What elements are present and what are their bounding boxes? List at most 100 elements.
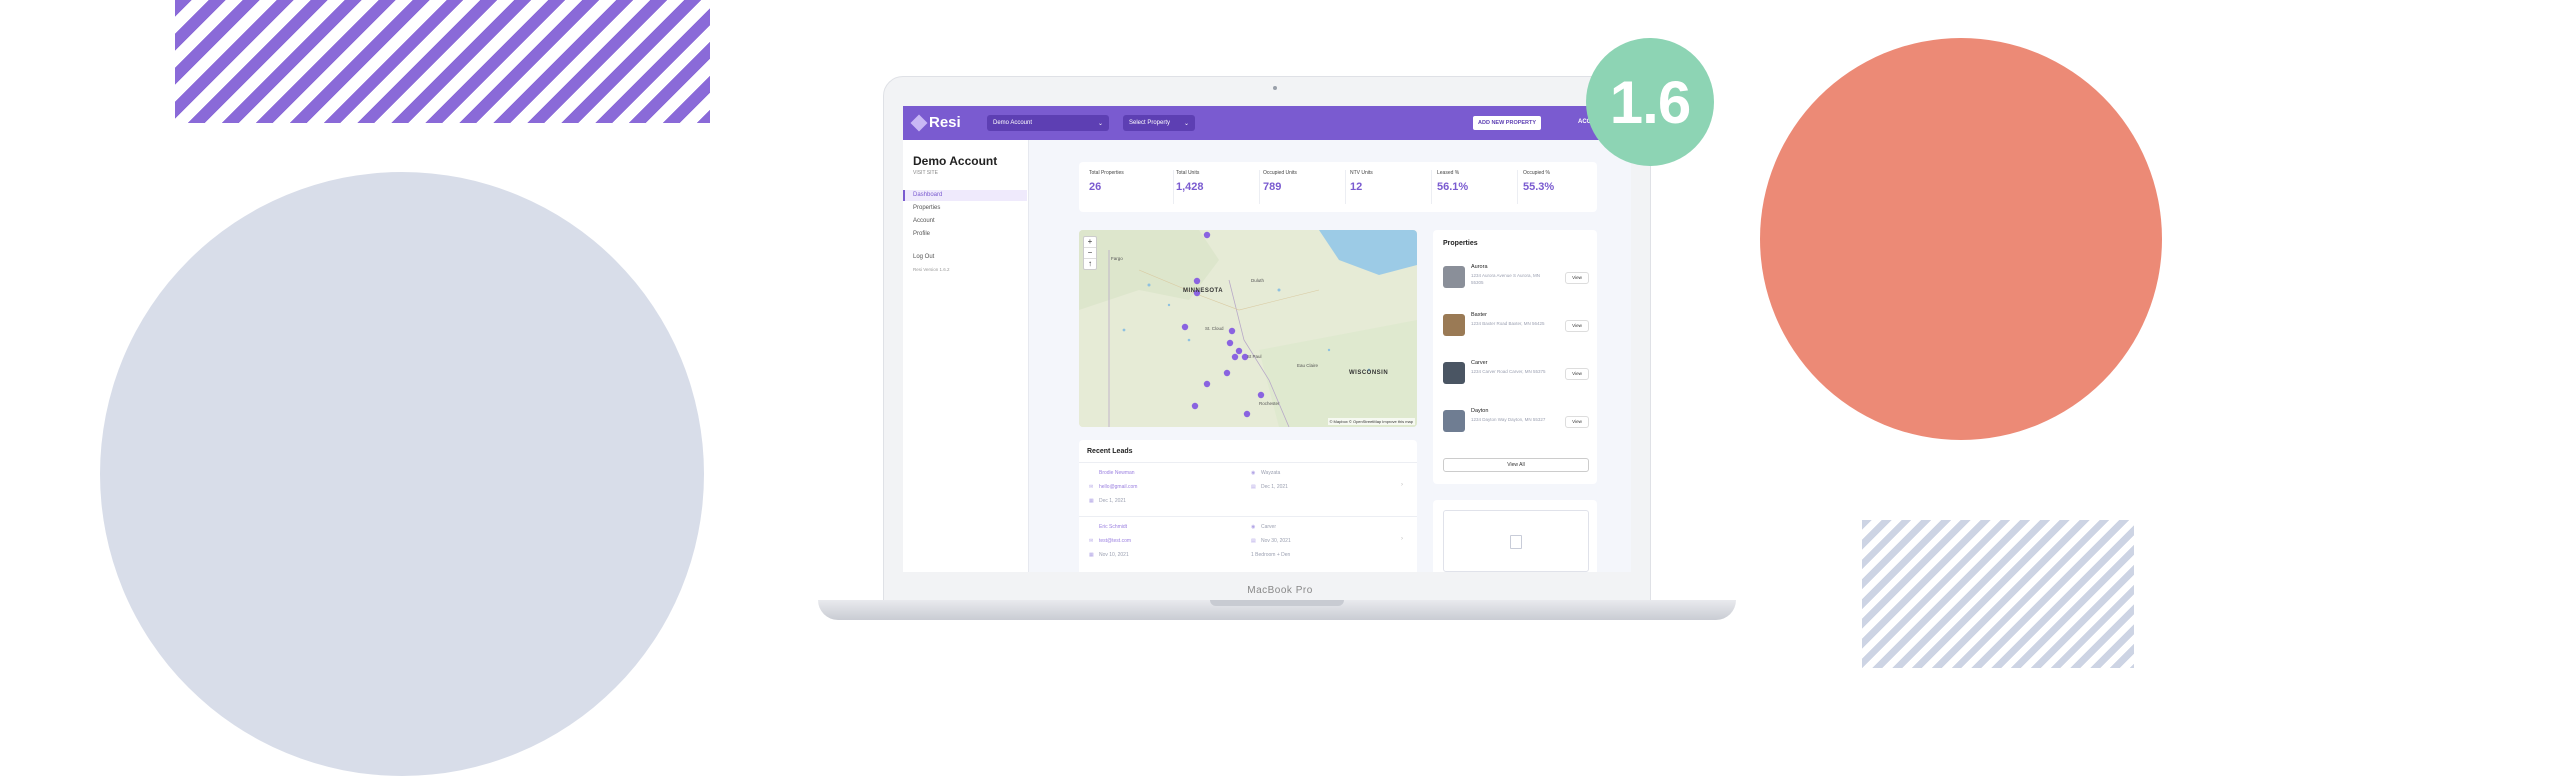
sidebar-item-profile[interactable]: Profile [913, 231, 930, 237]
property-thumbnail [1443, 266, 1465, 288]
visit-site-link[interactable]: VISIT SITE [913, 170, 938, 176]
stat-divider [1431, 170, 1432, 204]
stat-value: 26 [1089, 181, 1102, 193]
property-select[interactable]: Select Property ⌄ [1123, 115, 1195, 131]
properties-title: Properties [1443, 240, 1478, 247]
stat-label: Total Units [1176, 170, 1200, 176]
chevron-down-icon: ⌄ [1183, 120, 1189, 127]
lead-name[interactable]: Brodie Newman [1099, 470, 1135, 476]
property-address: 1234 Dayton Way Dayton, MN 55327 [1471, 417, 1546, 422]
empty-state-card [1433, 500, 1597, 572]
document-icon [1510, 535, 1522, 549]
property-map-marker[interactable] [1257, 391, 1265, 399]
property-item: Aurora 1234 Aurora Avenue S Aurora, MN 5… [1443, 262, 1589, 298]
property-map-marker[interactable] [1235, 347, 1243, 355]
stat-total-units: Total Units 1,428 [1176, 170, 1262, 193]
stat-label: Occupied % [1523, 170, 1550, 176]
map-city-st-cloud: St. Cloud [1205, 326, 1224, 331]
logo-text: Resi [929, 114, 961, 131]
property-map-marker[interactable] [1203, 231, 1211, 239]
lead-email[interactable]: test@test.com [1099, 538, 1131, 544]
email-icon: ✉ [1089, 538, 1094, 544]
chevron-down-icon: ⌄ [1097, 120, 1103, 127]
location-icon: ◉ [1251, 524, 1256, 530]
map-markers [1181, 231, 1265, 418]
sidebar-item-dashboard[interactable]: Dashboard [913, 192, 942, 198]
lead-name[interactable]: Eric Schmidt [1099, 524, 1127, 530]
device-label: MacBook Pro [1247, 585, 1313, 596]
stat-value: 55.3% [1523, 181, 1555, 193]
view-property-button[interactable]: View [1565, 368, 1589, 380]
app-logo[interactable]: Resi [910, 114, 961, 131]
add-property-button[interactable]: ADD NEW PROPERTY [1473, 116, 1542, 130]
recent-leads-title: Recent Leads [1087, 448, 1133, 455]
lead-property: Carver [1261, 524, 1277, 530]
stat-value: 56.1% [1437, 181, 1469, 193]
sidebar-item-properties[interactable]: Properties [913, 205, 940, 211]
decorative-gray-striped-rectangle [1862, 520, 2134, 668]
property-map-marker[interactable] [1191, 402, 1199, 410]
property-map-marker[interactable] [1203, 380, 1211, 388]
property-item: Carver 1234 Carver Road Carver, MN 55375… [1443, 358, 1589, 394]
chevron-right-icon[interactable]: › [1401, 482, 1403, 488]
view-property-button[interactable]: View [1565, 272, 1589, 284]
account-select[interactable]: Demo Account ⌄ [987, 115, 1109, 131]
chevron-right-icon[interactable]: › [1401, 536, 1403, 542]
property-name: Baxter [1471, 312, 1487, 318]
view-property-button[interactable]: View [1565, 320, 1589, 332]
property-map-marker[interactable] [1228, 327, 1236, 335]
stat-ntv-units: NTV Units 12 [1350, 170, 1436, 193]
map-zoom-controls: + − ↑ [1083, 236, 1097, 270]
logout-link[interactable]: Log Out [913, 254, 934, 260]
property-thumbnail [1443, 314, 1465, 336]
stats-card: Total Properties 26 Total Units 1,428 Oc… [1079, 162, 1597, 212]
property-map-marker[interactable] [1243, 410, 1251, 418]
sidebar-item-account[interactable]: Account [913, 218, 935, 224]
property-select-label: Select Property [1129, 120, 1171, 126]
lead-move-in: Dec 1, 2021 [1261, 484, 1288, 490]
reset-north-button[interactable]: ↑ [1084, 259, 1096, 269]
property-map-marker[interactable] [1223, 369, 1231, 377]
stat-divider [1345, 170, 1346, 204]
recent-leads-card: Recent Leads Brodie Newman ✉ hello@gmail… [1079, 440, 1417, 572]
property-thumbnail [1443, 362, 1465, 384]
properties-map[interactable]: + − ↑ MINNESOTA WISCONSIN Fargo Duluth S… [1079, 230, 1417, 427]
stat-divider [1259, 170, 1260, 204]
view-property-button[interactable]: View [1565, 416, 1589, 428]
property-name: Dayton [1471, 408, 1489, 414]
decorative-striped-rectangle [175, 0, 710, 123]
stat-label: Leased % [1437, 170, 1460, 176]
map-city-fargo: Fargo [1111, 256, 1123, 261]
location-icon: ◉ [1251, 470, 1256, 476]
map-attribution[interactable]: © Mapbox © OpenStreetMap Improve this ma… [1327, 418, 1415, 425]
zoom-in-button[interactable]: + [1084, 237, 1096, 248]
zoom-out-button[interactable]: − [1084, 248, 1096, 259]
map-label-minnesota: MINNESOTA [1183, 288, 1224, 294]
properties-card: Properties Aurora 1234 Aurora Avenue S A… [1433, 230, 1597, 484]
stat-divider [1173, 170, 1174, 204]
camera-dot [1273, 86, 1277, 90]
calendar-icon: ▦ [1089, 552, 1094, 558]
decorative-gray-circle [100, 172, 704, 776]
view-all-properties-button[interactable]: View All [1443, 458, 1589, 472]
app-header: Resi Demo Account ⌄ Select Property ⌄ AD… [903, 106, 1631, 140]
property-map-marker[interactable] [1226, 339, 1234, 347]
email-icon: ✉ [1089, 484, 1094, 490]
stat-label: Total Properties [1089, 170, 1124, 176]
property-map-marker[interactable] [1193, 277, 1201, 285]
property-thumbnail [1443, 410, 1465, 432]
laptop-base-notch [1210, 600, 1344, 606]
property-item: Dayton 1234 Dayton Way Dayton, MN 55327 … [1443, 406, 1589, 442]
lead-email[interactable]: hello@gmail.com [1099, 484, 1137, 490]
account-select-label: Demo Account [993, 120, 1033, 126]
stat-divider [1517, 170, 1518, 204]
lead-date: Dec 1, 2021 [1099, 498, 1126, 504]
lead-move-in: Nov 30, 2021 [1261, 538, 1291, 544]
property-map-marker[interactable] [1181, 323, 1189, 331]
property-address: 1234 Aurora Avenue S Aurora, MN 55305 [1471, 273, 1540, 285]
stat-leased-percent: Leased % 56.1% [1437, 170, 1523, 193]
stat-total-properties: Total Properties 26 [1089, 170, 1175, 193]
property-map-marker[interactable] [1231, 353, 1239, 361]
lead-unit: 1 Bedroom + Den [1251, 552, 1291, 558]
stat-value: 1,428 [1176, 181, 1204, 193]
